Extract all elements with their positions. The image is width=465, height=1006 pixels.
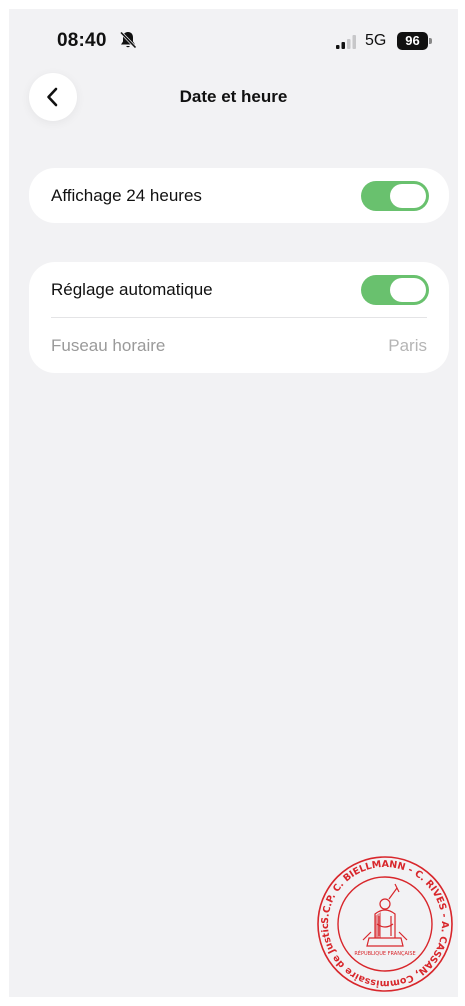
auto-setting-card: Réglage automatique Fuseau horaire Paris: [29, 262, 449, 373]
toggle-knob: [390, 184, 426, 208]
timezone-value: Paris: [388, 336, 427, 355]
signal-icon: [336, 35, 356, 49]
display-24h-card: Affichage 24 heures: [29, 168, 449, 223]
status-time: 08:40: [57, 30, 107, 51]
display-24h-row[interactable]: Affichage 24 heures: [29, 168, 449, 223]
toggle-knob: [390, 278, 426, 302]
auto-setting-row[interactable]: Réglage automatique: [29, 262, 449, 317]
official-stamp: S.C.P. C. BIELLMANN - C. RIVES - A. CASS…: [315, 854, 453, 992]
display-24h-toggle[interactable]: [361, 181, 429, 211]
timezone-row: Fuseau horaire Paris: [29, 318, 449, 373]
auto-setting-label: Réglage automatique: [51, 280, 213, 299]
network-type-label: 5G: [365, 32, 387, 49]
bell-off-icon: [119, 31, 137, 49]
battery-tip: [429, 38, 432, 44]
status-bar: 08:40 5G 96: [9, 9, 458, 59]
display-24h-label: Affichage 24 heures: [51, 186, 202, 205]
battery-level: 96: [397, 32, 428, 50]
settings-screen: 08:40 5G 96 Date et heure Affichage 24 h…: [9, 9, 458, 997]
page-title: Date et heure: [179, 87, 288, 106]
battery-icon: 96: [397, 32, 433, 50]
svg-text:RÉPUBLIQUE FRANÇAISE: RÉPUBLIQUE FRANÇAISE: [354, 949, 415, 957]
timezone-label: Fuseau horaire: [51, 336, 166, 355]
auto-setting-toggle[interactable]: [361, 275, 429, 305]
